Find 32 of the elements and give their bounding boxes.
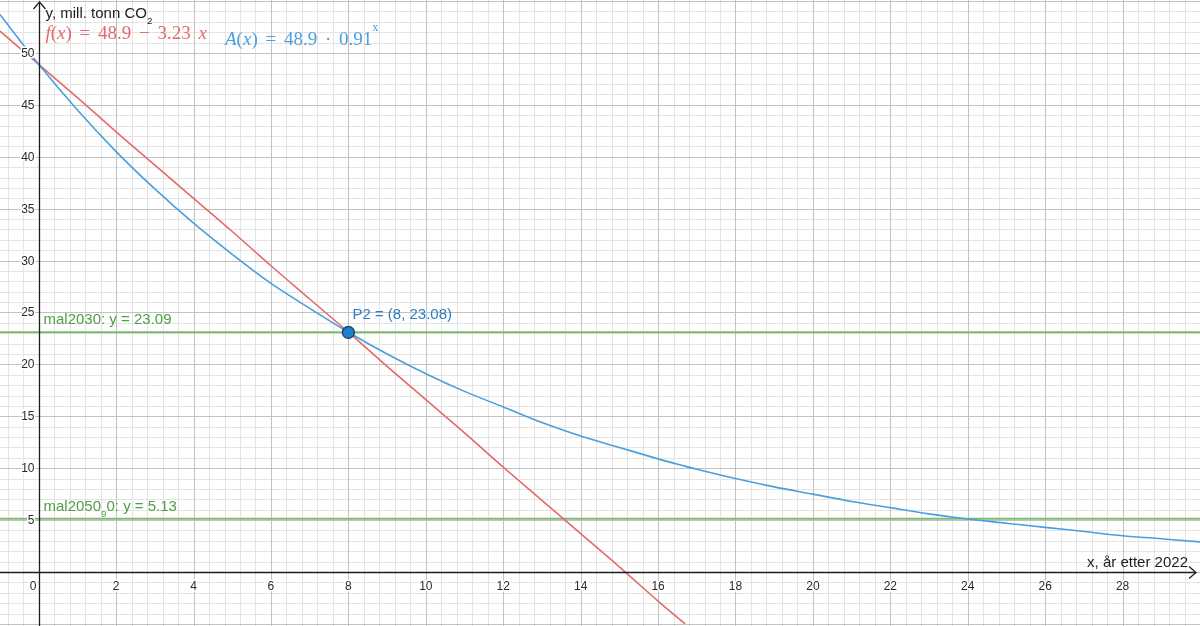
x-tick-label: 22 — [883, 578, 897, 593]
point-label: P2 = (8, 23.08) — [352, 306, 453, 322]
y-tick-label: 25 — [21, 305, 35, 320]
x-tick-label: 0 — [29, 578, 37, 593]
x-tick-label: 4 — [190, 578, 197, 593]
y-tick-label: 10 — [21, 461, 35, 476]
point-marker-icon — [341, 325, 356, 340]
x-tick-label: 6 — [267, 578, 275, 593]
y-tick-label: 40 — [21, 149, 35, 164]
x-tick-label: 10 — [419, 578, 433, 593]
x-tick-label: 12 — [496, 578, 510, 593]
y-tick-label: 20 — [21, 357, 35, 372]
y-tick-label: 5 — [27, 513, 35, 528]
x-tick-label: 16 — [651, 578, 665, 593]
x-tick-label: 26 — [1038, 578, 1052, 593]
y-axis-title: y, mill. tonn CO$_{2}$ — [45, 5, 153, 25]
x-tick-label: 20 — [806, 578, 820, 593]
x-tick-label: 24 — [961, 578, 975, 593]
x-tick-label: 28 — [1115, 578, 1130, 593]
y-tick-label: 45 — [21, 97, 35, 112]
line-label: mal2050$_{9}$0: y = 5.13 — [43, 497, 177, 518]
x-tick-label: 14 — [573, 578, 588, 593]
x-tick-label: 2 — [112, 578, 120, 593]
function-formula: A(x) = 48.9 · 0.91$^{x}$ — [225, 23, 379, 48]
y-tick-label: 35 — [21, 201, 35, 216]
x-tick-label: 8 — [345, 578, 352, 593]
x-axis-title: x, år etter 2022 — [1087, 553, 1188, 569]
x-tick-label: 18 — [728, 578, 743, 593]
function-formula: f(x) = 48.9 − 3.23 x — [45, 23, 207, 42]
y-tick-label: 30 — [21, 253, 35, 268]
line-label: mal2030: y = 23.09 — [43, 311, 172, 327]
y-tick-label: 15 — [21, 409, 35, 424]
